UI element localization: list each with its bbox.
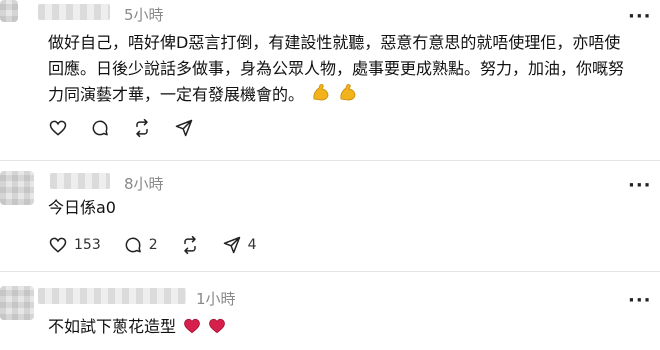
post-time: 5小時 [124, 6, 164, 24]
avatar[interactable] [0, 171, 34, 205]
more-options-icon[interactable]: ··· [628, 177, 652, 195]
comment-post-2: 8小時 ··· 今日係a0 153 2 4 [0, 161, 660, 271]
post-text-line-content: 不如試下蔥花造型 [48, 317, 177, 336]
share-button[interactable] [174, 118, 194, 138]
like-button[interactable]: 153 [48, 235, 101, 255]
post-text-line: 做好自己，唔好俾D惡言打倒，有建設性就聽，惡意冇意思的就唔使理佢，亦唔使 [48, 33, 621, 52]
username-blurred[interactable] [38, 288, 186, 304]
action-bar: 153 2 4 [48, 235, 279, 255]
avatar[interactable] [0, 286, 34, 320]
post-time: 1小時 [196, 290, 236, 308]
flexed-biceps-icon [338, 83, 358, 111]
action-bar [48, 118, 216, 138]
reply-button[interactable] [90, 118, 110, 138]
reply-count: 2 [148, 237, 158, 253]
send-icon [175, 119, 193, 137]
username-blurred[interactable] [50, 173, 110, 189]
post-text-line-content: 力同演藝才華，一定有發展機會的。 [48, 85, 305, 104]
flexed-biceps-icon [311, 83, 331, 111]
share-button[interactable]: 4 [222, 235, 257, 255]
heart-outline-icon [49, 120, 67, 136]
send-icon [223, 236, 240, 254]
like-count: 153 [74, 237, 101, 253]
repost-icon [136, 118, 148, 138]
comment-icon [92, 120, 108, 136]
share-count: 4 [247, 237, 257, 253]
repost-button[interactable] [180, 235, 200, 255]
repost-button[interactable] [132, 118, 152, 138]
comment-post-3: 1小時 ··· 不如試下蔥花造型 [0, 272, 660, 350]
comment-post-1: 5小時 ··· 做好自己，唔好俾D惡言打倒，有建設性就聽，惡意冇意思的就唔使理佢… [0, 0, 660, 160]
post-text-line: 不如試下蔥花造型 [48, 314, 226, 343]
more-options-icon[interactable]: ··· [628, 8, 652, 26]
post-text-line: 力同演藝才華，一定有發展機會的。 [48, 82, 358, 111]
heart-icon [183, 317, 201, 343]
more-options-icon[interactable]: ··· [628, 292, 652, 310]
post-time: 8小時 [124, 175, 164, 193]
post-text-line: 回應。日後少說話多做事，身為公眾人物，處事要更成熟點。努力，加油，你嘅努 [48, 59, 625, 78]
avatar[interactable] [0, 0, 18, 22]
comment-icon [125, 237, 141, 253]
heart-icon [208, 317, 226, 343]
repost-icon [183, 235, 196, 255]
post-text-line: 今日係a0 [48, 198, 116, 217]
heart-outline-icon [49, 237, 67, 253]
like-button[interactable] [48, 118, 68, 138]
reply-button[interactable]: 2 [123, 235, 158, 255]
username-blurred[interactable] [38, 4, 110, 20]
